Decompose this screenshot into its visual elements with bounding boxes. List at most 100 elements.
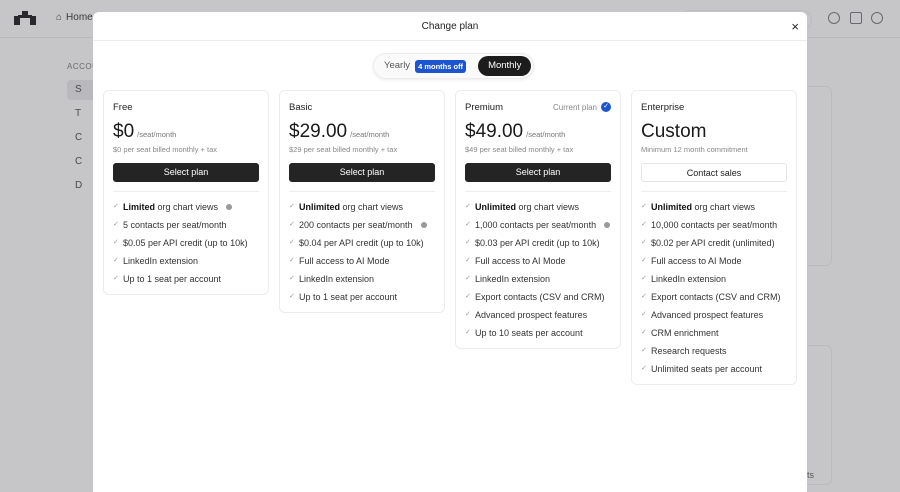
check-icon: ✓: [641, 365, 647, 372]
billing-note: Minimum 12 month commitment: [641, 145, 748, 154]
feature-item: ✓ 5 contacts per seat/month: [113, 216, 259, 234]
check-icon: ✓: [113, 275, 119, 282]
feature-item: ✓ Export contacts (CSV and CRM): [641, 288, 787, 306]
monthly-option[interactable]: Monthly: [478, 56, 532, 76]
feature-item: ✓ 1,000 contacts per seat/month: [465, 216, 611, 234]
check-icon: ✓: [465, 275, 471, 282]
feature-item: ✓ Unlimited seats per account: [641, 360, 787, 378]
check-icon: ✓: [641, 293, 647, 300]
feature-item: ✓ Full access to AI Mode: [641, 252, 787, 270]
divider: [289, 191, 435, 192]
feature-item: ✓ Unlimited org chart views: [289, 198, 435, 216]
yearly-option[interactable]: Yearly 4 months off: [376, 56, 474, 76]
feature-item: ✓ $0.05 per API credit (up to 10k): [113, 234, 259, 252]
check-icon: ✓: [289, 221, 295, 228]
check-icon: ✓: [289, 257, 295, 264]
divider: [641, 191, 787, 192]
check-icon: ✓: [465, 257, 471, 264]
plan-name: Premium: [465, 101, 504, 113]
logo-icon: [14, 11, 36, 25]
feature-item: ✓ 10,000 contacts per seat/month: [641, 216, 787, 234]
current-plan-badge: Current plan ✓: [553, 102, 611, 112]
feature-item: ✓ LinkedIn extension: [289, 270, 435, 288]
plan-price: $0: [113, 121, 135, 142]
check-icon: ✓: [465, 311, 471, 318]
plan-card-enterprise: Enterprise Custom Minimum 12 month commi…: [631, 90, 797, 385]
plan-card-premium: Premium Current plan ✓ $49.00/seat/month $…: [455, 90, 621, 349]
feature-item: ✓ Advanced prospect features: [641, 306, 787, 324]
close-icon[interactable]: ×: [791, 12, 799, 41]
plan-price: $29.00: [289, 121, 348, 142]
plan-price: Custom: [641, 121, 707, 142]
home-icon: ⌂: [56, 12, 63, 23]
check-icon: ✓: [289, 203, 295, 210]
billing-note: $29 per seat billed monthly + tax: [289, 145, 398, 154]
feature-item: ✓ $0.02 per API credit (unlimited): [641, 234, 787, 252]
feature-item: ✓ Research requests: [641, 342, 787, 360]
feature-item: ✓ $0.03 per API credit (up to 10k): [465, 234, 611, 252]
check-icon: ✓: [465, 293, 471, 300]
home-link[interactable]: ⌂ Home: [56, 12, 93, 23]
plan-name: Basic: [289, 101, 313, 113]
check-icon: ✓: [641, 311, 647, 318]
check-icon: ✓: [641, 221, 647, 228]
plan-name: Free: [113, 101, 133, 113]
feature-item: ✓ Unlimited org chart views: [465, 198, 611, 216]
select-plan-button[interactable]: Select plan: [465, 163, 611, 182]
discount-badge: 4 months off: [415, 59, 467, 73]
check-icon: ✓: [465, 239, 471, 246]
check-icon: ✓: [113, 203, 119, 210]
feature-item: ✓ LinkedIn extension: [113, 252, 259, 270]
info-icon[interactable]: [226, 204, 233, 210]
billing-note: $49 per seat billed monthly + tax: [465, 145, 574, 154]
check-icon: ✓: [113, 239, 119, 246]
price-unit: /seat/month: [137, 130, 177, 139]
feature-item: ✓ Up to 1 seat per account: [289, 288, 435, 306]
billing-toggle: Yearly 4 months off Monthly: [373, 53, 535, 79]
check-icon: ✓: [465, 203, 471, 210]
background-text: ts: [807, 470, 815, 480]
check-icon: ✓: [641, 329, 647, 336]
check-icon: ✓: [113, 221, 119, 228]
feature-item: ✓ Full access to AI Mode: [465, 252, 611, 270]
billing-note: $0 per seat billed monthly + tax: [113, 145, 218, 154]
feature-item: ✓ Unlimited org chart views: [641, 198, 787, 216]
price-unit: /seat/month: [350, 130, 390, 139]
info-icon[interactable]: [420, 222, 427, 228]
plan-card-basic: Basic $29.00/seat/month $29 per seat bil…: [279, 90, 445, 313]
price-unit: /seat/month: [526, 130, 566, 139]
check-icon: ✓: [641, 239, 647, 246]
select-plan-button[interactable]: Select plan: [113, 163, 259, 182]
inbox-icon[interactable]: [850, 12, 862, 24]
check-icon: ✓: [641, 257, 647, 264]
modal-title: Change plan: [421, 21, 479, 32]
feature-item: ✓ Full access to AI Mode: [289, 252, 435, 270]
contact-sales-button[interactable]: Contact sales: [641, 163, 787, 182]
select-plan-button[interactable]: Select plan: [289, 163, 435, 182]
check-icon: ✓: [289, 275, 295, 282]
feature-item: ✓ 200 contacts per seat/month: [289, 216, 435, 234]
modal-header: Change plan ×: [93, 12, 807, 41]
check-icon: ✓: [465, 221, 471, 228]
feature-item: ✓ LinkedIn extension: [465, 270, 611, 288]
change-plan-modal: Change plan × Yearly 4 months off Monthly…: [93, 12, 807, 492]
divider: [465, 191, 611, 192]
check-icon: ✓: [289, 239, 295, 246]
check-icon: ✓: [641, 275, 647, 282]
feature-item: ✓ Export contacts (CSV and CRM): [465, 288, 611, 306]
info-icon[interactable]: [604, 222, 611, 228]
bell-icon[interactable]: [828, 12, 840, 24]
check-icon: ✓: [289, 293, 295, 300]
check-icon: ✓: [641, 203, 647, 210]
gear-icon[interactable]: [871, 12, 883, 24]
check-icon: ✓: [641, 347, 647, 354]
divider: [113, 191, 259, 192]
feature-item: ✓ $0.04 per API credit (up to 10k): [289, 234, 435, 252]
check-icon: ✓: [113, 257, 119, 264]
feature-item: ✓ CRM enrichment: [641, 324, 787, 342]
feature-item: ✓ Advanced prospect features: [465, 306, 611, 324]
feature-item: ✓ Up to 10 seats per account: [465, 324, 611, 342]
feature-item: ✓ Limited org chart views: [113, 198, 259, 216]
plan-card-free: Free $0/seat/month $0 per seat billed mo…: [103, 90, 269, 295]
plan-price: $49.00: [465, 121, 524, 142]
